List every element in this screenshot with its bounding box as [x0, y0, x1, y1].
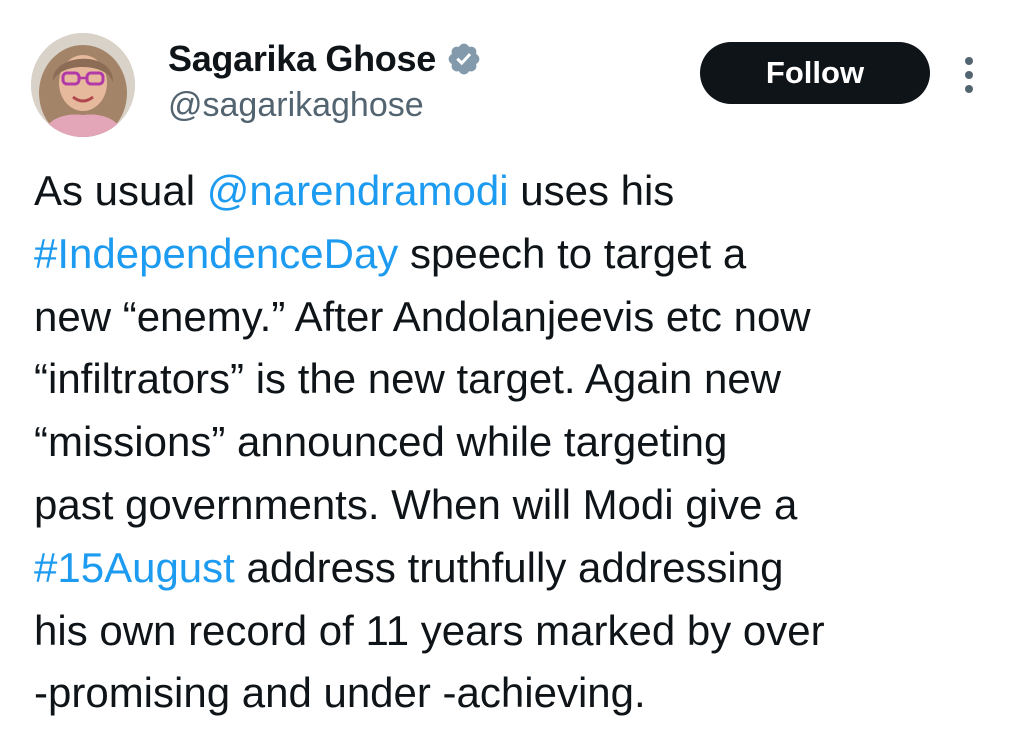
tweet-text: As usual @narendramodi uses his #Independ… [34, 160, 994, 725]
hashtag-link[interactable]: #IndependenceDay [34, 230, 398, 277]
tweet-text-line: new “enemy.” After Andolanjeevis etc now [34, 286, 994, 349]
tweet-text-line: As usual @narendramodi uses his [34, 160, 994, 223]
tweet-text-line: -promising and under -achieving. [34, 662, 994, 725]
tweet-text-segment: uses his [508, 167, 675, 214]
tweet-text-line: #IndependenceDay speech to target a [34, 223, 994, 286]
mention-link[interactable]: @narendramodi [207, 167, 509, 214]
tweet-text-segment: address truthfully addressing [234, 543, 784, 591]
handle[interactable]: @sagarikaghose [168, 86, 482, 125]
tweet-text-line: his own record of 11 years marked by ove… [34, 600, 994, 663]
tweet-text-segment: -promising and under -achieving. [34, 669, 646, 717]
tweet-text-segment: past governments. When will Modi give a [34, 480, 798, 528]
tweet-text-segment: his own record of 11 years marked by ove… [34, 606, 825, 654]
display-name[interactable]: Sagarika Ghose [168, 38, 436, 80]
tweet-text-segment: new “enemy.” After Andolanjeevis etc now [34, 292, 811, 340]
avatar[interactable] [31, 33, 135, 137]
tweet-card: Sagarika Ghose @sagarikaghose Follow As … [0, 0, 1024, 747]
follow-button[interactable]: Follow [700, 42, 930, 104]
tweet-text-line: #15August address truthfully addressing [34, 537, 994, 600]
author-info: Sagarika Ghose @sagarikaghose [168, 36, 482, 125]
tweet-text-segment: “missions” announced while targeting [34, 418, 728, 466]
tweet-text-segment: “infiltrators” is the new target. Again … [34, 355, 782, 403]
name-row: Sagarika Ghose [168, 36, 482, 82]
avatar-photo [31, 33, 135, 137]
verified-badge-icon[interactable] [446, 41, 482, 77]
tweet-text-segment: As usual [34, 167, 207, 214]
more-vertical-icon[interactable] [958, 55, 980, 95]
tweet-text-line: “missions” announced while targeting [34, 411, 994, 474]
tweet-text-line: “infiltrators” is the new target. Again … [34, 348, 994, 411]
tweet-text-segment: speech to target a [398, 229, 747, 277]
hashtag-link[interactable]: #15August [34, 544, 235, 591]
tweet-text-line: past governments. When will Modi give a [34, 474, 994, 537]
